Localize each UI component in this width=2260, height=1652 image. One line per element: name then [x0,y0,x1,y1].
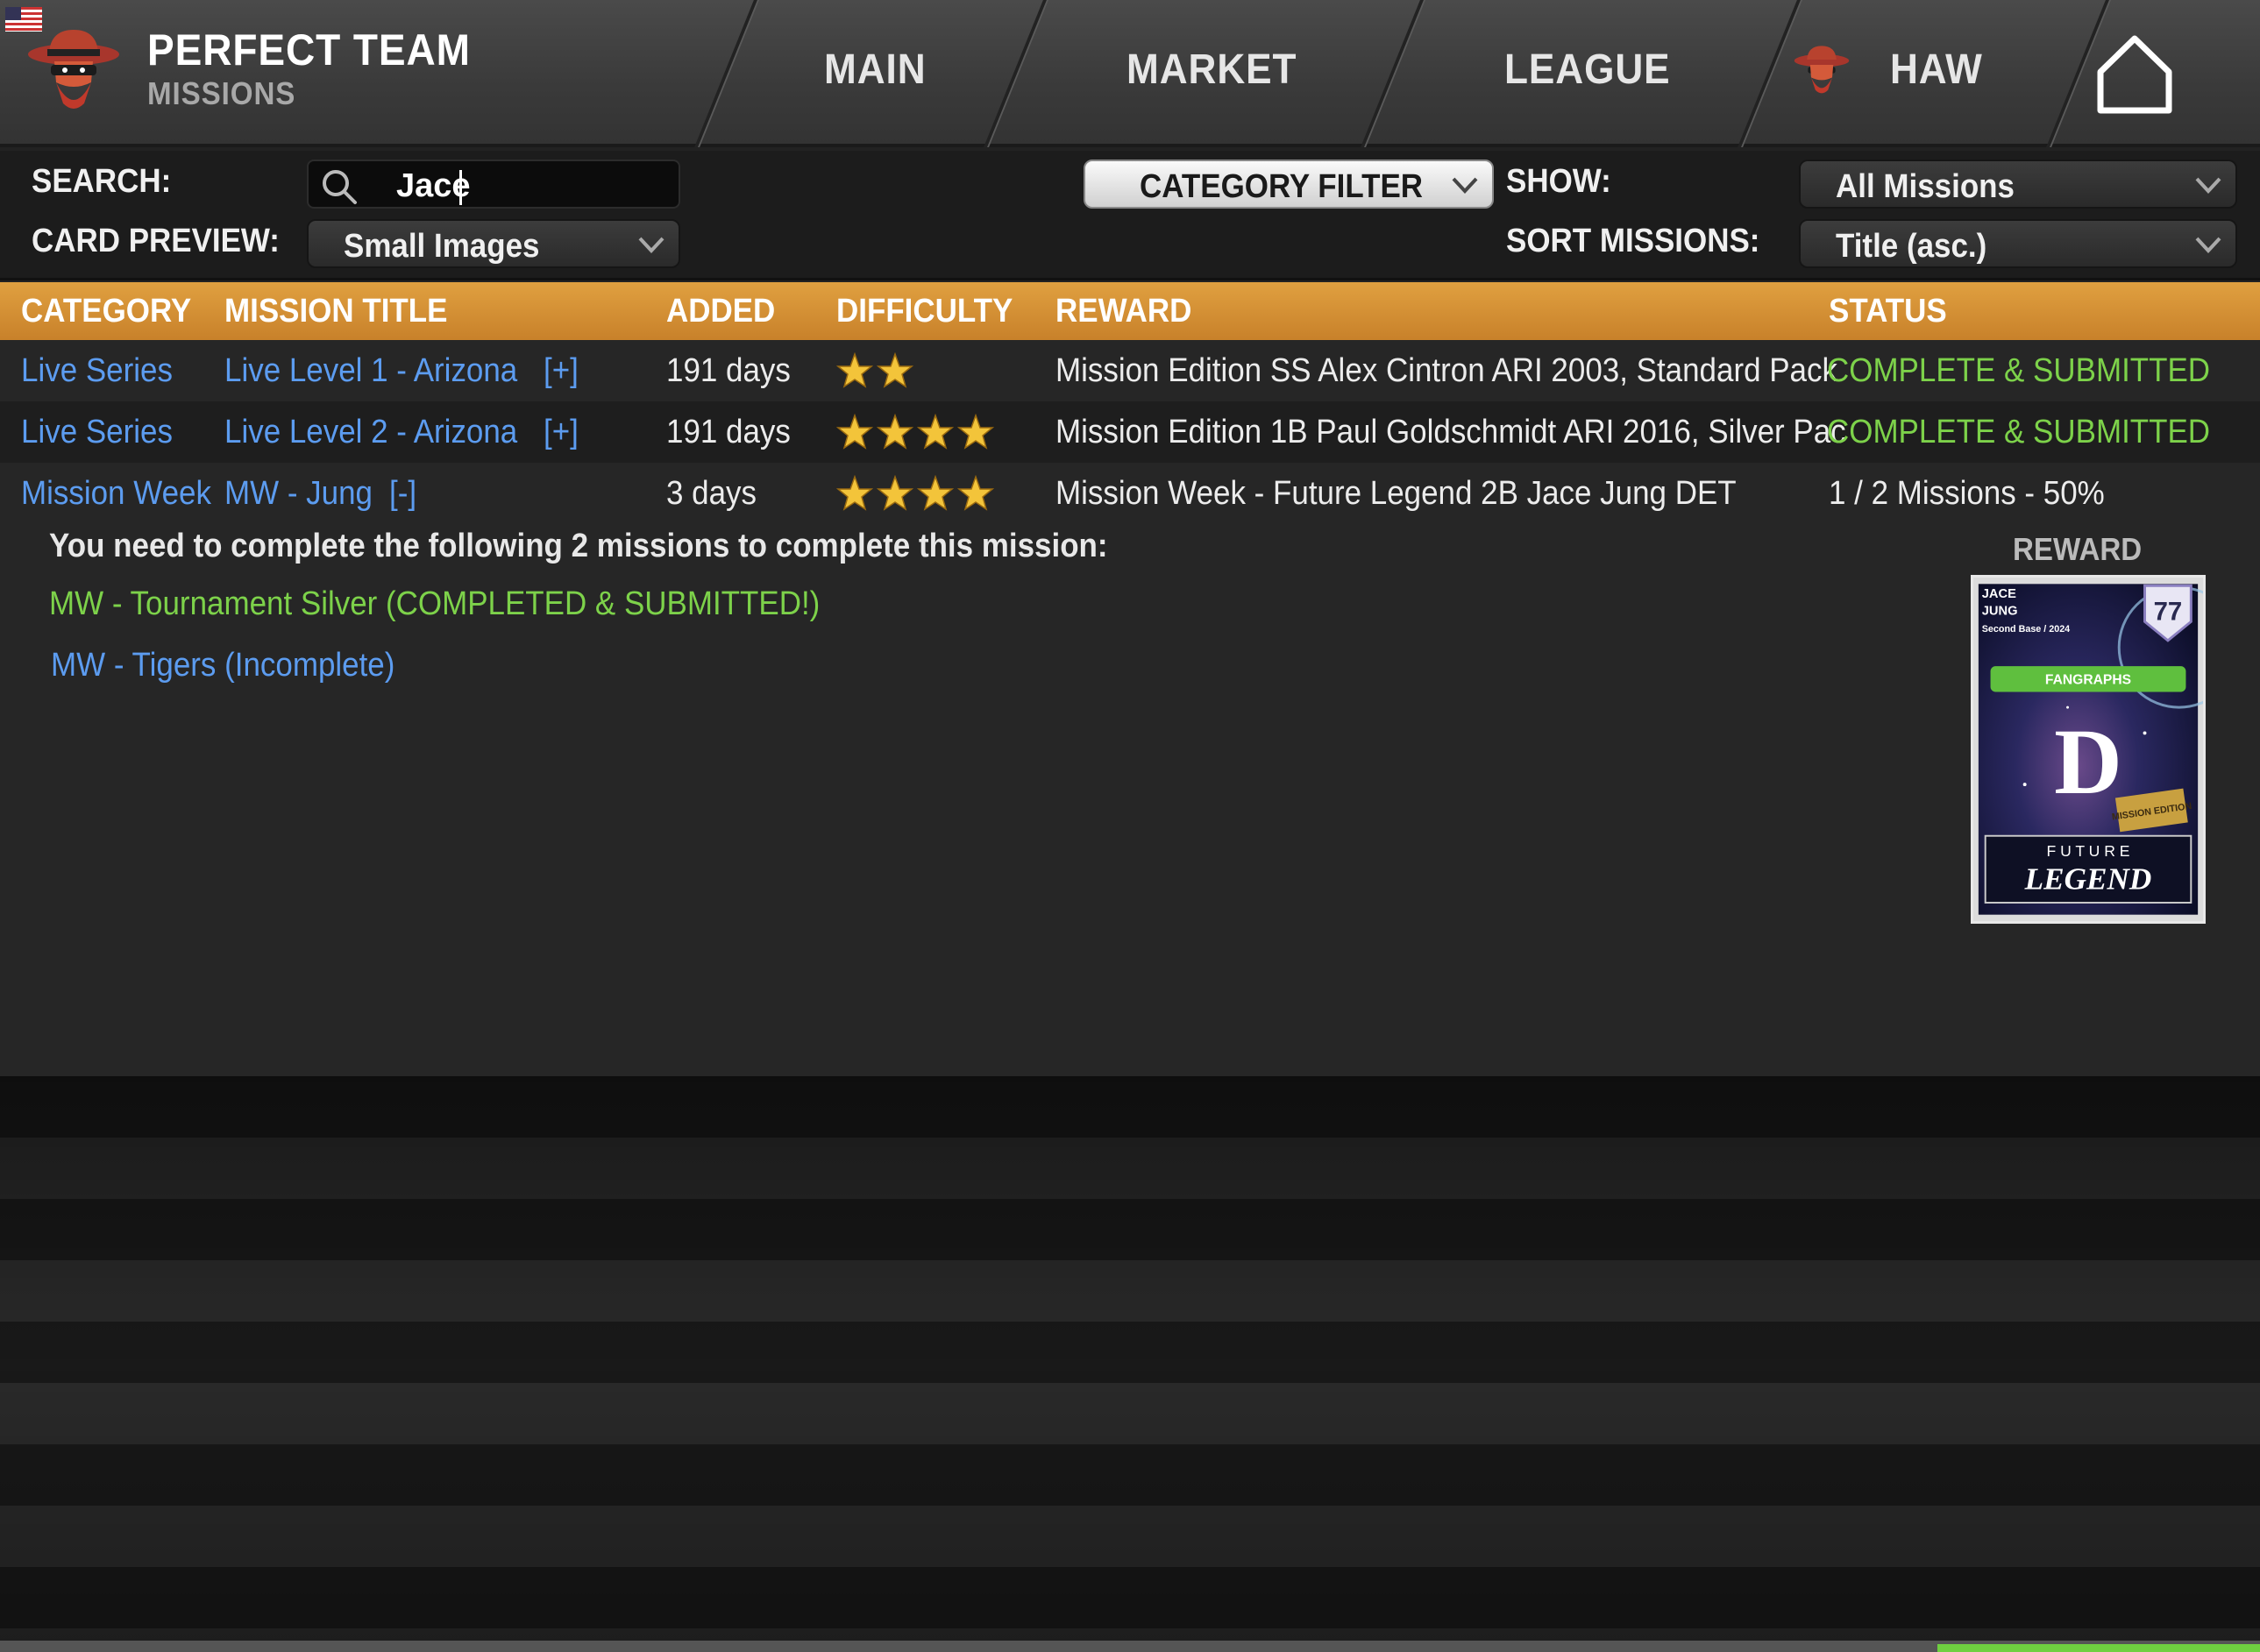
tab-team[interactable]: HAW [1890,46,1983,94]
table-row[interactable]: Live Series Live Level 1 - Arizona [+] 1… [0,340,2260,401]
table-row[interactable]: Live Series Live Level 2 - Arizona [+] 1… [0,401,2260,463]
page-subtitle: MISSIONS [147,75,296,111]
column-header-added[interactable]: ADDED [666,293,775,330]
star-icon [876,413,914,450]
row-category-link[interactable]: Live Series [21,352,173,390]
text-caret [459,170,462,205]
collapse-toggle[interactable]: [-] [389,475,416,513]
show-label: SHOW: [1506,163,1611,200]
sort-label: SORT MISSIONS: [1506,223,1760,259]
chevron-down-icon [1452,177,1478,194]
card-sponsor: FANGRAPHS [2045,673,2131,688]
home-icon[interactable] [2095,33,2174,116]
row-category-link[interactable]: Live Series [21,414,173,451]
star-icon [956,474,995,512]
row-title-link[interactable]: Live Level 1 - Arizona [224,352,517,390]
nav-divider [1361,0,1424,147]
search-label: SEARCH: [32,163,172,200]
star-icon [916,413,955,450]
category-filter-dropdown[interactable]: CATEGORY FILTER [1084,160,1494,209]
sub-mission-link[interactable]: MW - Tigers (Incomplete) [51,647,394,684]
row-added: 191 days [666,352,791,389]
difficulty-stars [835,351,914,391]
star-icon [876,474,914,512]
difficulty-stars [835,474,995,514]
background-shade [0,1076,2260,1652]
nav-divider [694,0,757,147]
nav-divider [984,0,1047,147]
sub-mission-link[interactable]: MW - Tournament Silver (COMPLETED & SUBM… [49,585,820,623]
card-first-name: JACE [1982,587,2016,601]
bottom-bar [0,1641,2260,1652]
sort-dropdown[interactable]: Title (asc.) [1799,219,2237,268]
detail-instructions: You need to complete the following 2 mis… [49,528,1108,564]
card-series-bottom: LEGEND [2024,861,2152,896]
table-header: CATEGORY MISSION TITLE ADDED DIFFICULTY … [0,282,2260,340]
tab-league[interactable]: LEAGUE [1504,46,1671,94]
star-icon [876,351,914,389]
search-input[interactable] [396,168,668,203]
category-filter-label: CATEGORY FILTER [1140,168,1424,205]
filter-bar: SEARCH: CARD PREVIEW: Small Images CATEG… [0,151,2260,280]
card-series-top: F U T U R E [2046,842,2129,860]
column-header-status[interactable]: STATUS [1829,293,1947,330]
row-category-link[interactable]: Mission Week [21,475,211,513]
show-dropdown[interactable]: All Missions [1799,160,2237,209]
expand-toggle[interactable]: [+] [544,414,579,451]
search-box[interactable] [307,160,680,209]
column-header-category[interactable]: CATEGORY [21,293,191,330]
star-icon [916,474,955,512]
column-header-reward[interactable]: REWARD [1055,293,1191,330]
row-title-link[interactable]: MW - Jung [224,475,373,513]
star-icon [835,474,874,512]
row-status: 1 / 2 Missions - 50% [1829,475,2105,512]
app-title: PERFECT TEAM [147,25,471,74]
card-rating: 77 [2154,597,2183,626]
star-icon [835,351,874,389]
chevron-down-icon [2195,237,2221,253]
card-team-letter: D [2054,710,2122,814]
show-value: All Missions [1836,168,2015,205]
chevron-down-icon [2195,177,2221,194]
table-row[interactable]: Mission Week MW - Jung [-] 3 days Missio… [0,463,2260,524]
reward-label: REWARD [2013,531,2143,567]
star-icon [835,413,874,450]
column-header-difficulty[interactable]: DIFFICULTY [836,293,1013,330]
search-icon [323,170,357,204]
difficulty-stars [835,413,995,452]
tab-market[interactable]: MARKET [1126,46,1297,94]
row-title-link[interactable]: Live Level 2 - Arizona [224,414,517,451]
row-reward: Mission Edition 1B Paul Goldschmidt ARI … [1055,414,1846,450]
card-preview-value: Small Images [344,228,540,265]
reward-player-card[interactable]: JACE JUNG Second Base / 2024 77 FANGRAPH… [1971,575,2206,924]
sort-value: Title (asc.) [1836,228,1987,265]
card-last-name: JUNG [1982,605,2018,619]
column-header-title[interactable]: MISSION TITLE [224,293,447,330]
team-logo-icon [1794,46,1850,94]
mission-detail-panel: You need to complete the following 2 mis… [0,524,2260,1076]
row-added: 3 days [666,475,757,512]
card-preview-label: CARD PREVIEW: [32,223,280,259]
row-status: COMPLETE & SUBMITTED [1827,352,2211,389]
chevron-down-icon [638,237,664,253]
progress-strip [1937,1644,2260,1652]
row-status: COMPLETE & SUBMITTED [1827,414,2211,450]
card-preview-dropdown[interactable]: Small Images [307,219,680,268]
expand-toggle[interactable]: [+] [544,352,579,390]
row-reward: Mission Week - Future Legend 2B Jace Jun… [1055,475,1737,512]
star-icon [956,413,995,450]
card-position-year: Second Base / 2024 [1982,624,2070,635]
row-reward: Mission Edition SS Alex Cintron ARI 2003… [1055,352,1837,389]
bandit-logo-icon [28,30,119,109]
top-navigation-bar: PERFECT TEAM MISSIONS MAIN MARKET LEAGUE… [0,0,2260,147]
tab-main[interactable]: MAIN [824,46,927,94]
row-added: 191 days [666,414,791,450]
